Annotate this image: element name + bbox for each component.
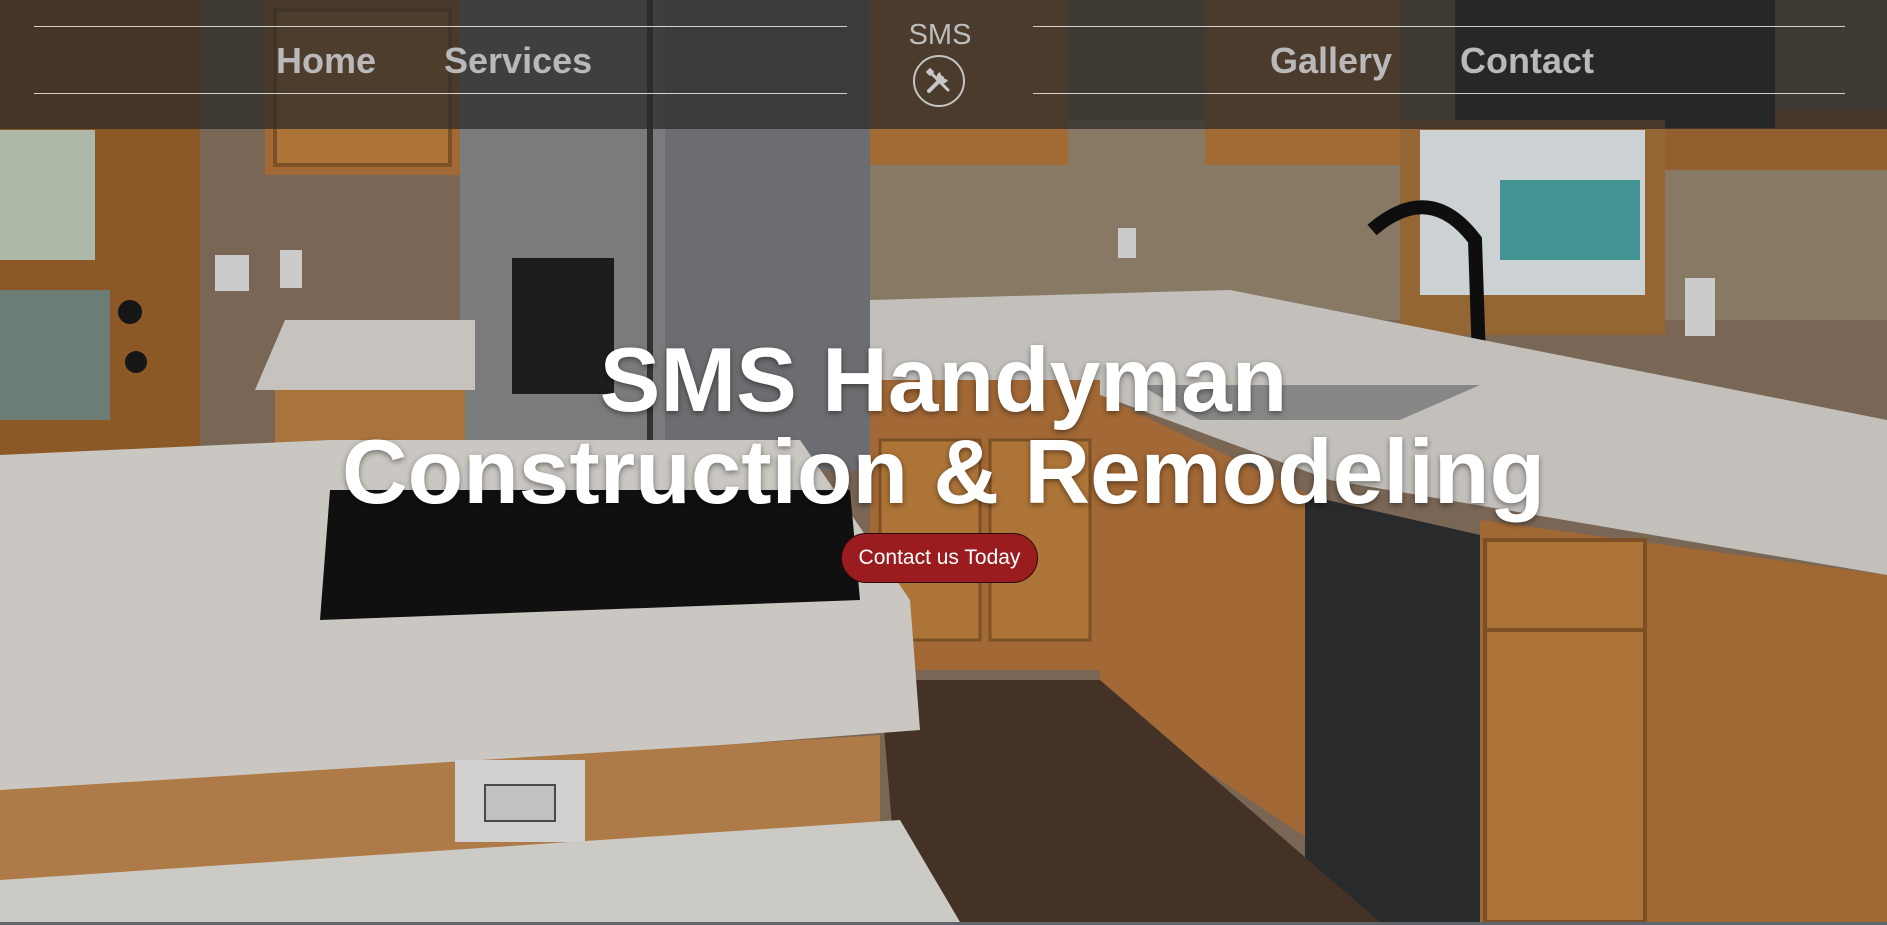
nav-link-services[interactable]: Services xyxy=(444,37,592,85)
nav-divider-top-right xyxy=(1033,26,1845,27)
nav-link-home[interactable]: Home xyxy=(276,37,376,85)
logo-text: SMS xyxy=(908,19,972,51)
nav-link-contact[interactable]: Contact xyxy=(1460,37,1594,85)
nav-divider-bottom-right xyxy=(1033,93,1845,94)
contact-us-button[interactable]: Contact us Today xyxy=(841,533,1038,583)
tools-icon xyxy=(913,55,965,107)
hero-title-line-1: SMS Handyman xyxy=(599,330,1288,431)
nav-divider-top-left xyxy=(34,26,847,27)
hero-section: Home Services SMS Gallery Contact SMS Ha… xyxy=(0,0,1887,922)
nav-link-gallery[interactable]: Gallery xyxy=(1270,37,1392,85)
hero-title: SMS Handyman Construction & Remodeling xyxy=(0,335,1887,519)
hero-title-line-2: Construction & Remodeling xyxy=(341,422,1546,523)
nav-divider-bottom-left xyxy=(34,93,847,94)
top-navigation: Home Services SMS Gallery Contact xyxy=(0,0,1887,129)
